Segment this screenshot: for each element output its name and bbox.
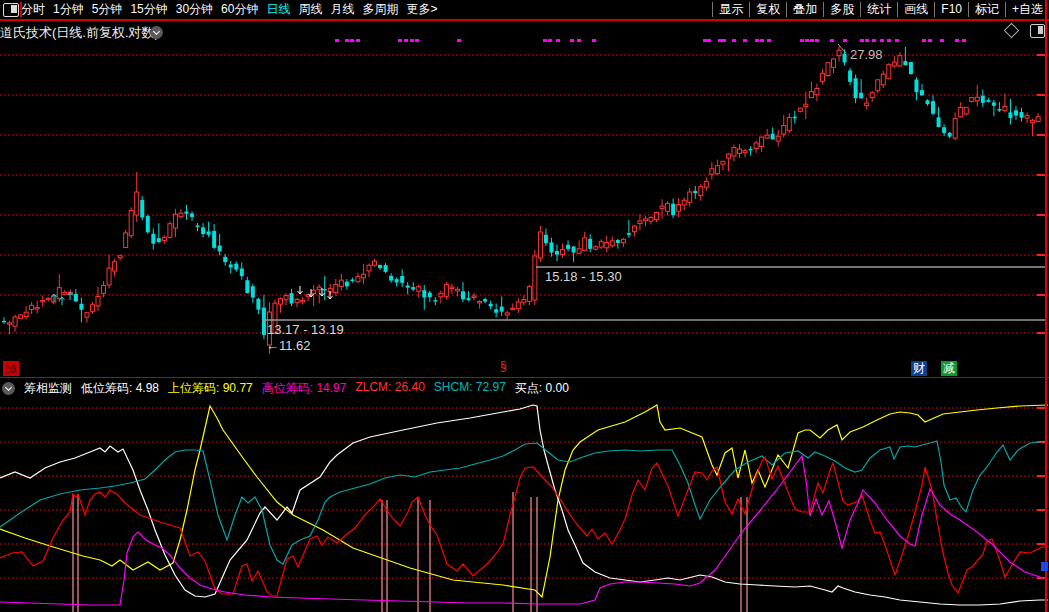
finance-flag-badge[interactable]: 财 (911, 361, 927, 376)
indicator-chart[interactable] (0, 397, 1049, 612)
money-mark: § (500, 359, 507, 373)
right-border-line (1045, 0, 1047, 612)
left-flag-badge[interactable]: 激 (3, 361, 19, 376)
high-price-label: 27.98 (850, 47, 883, 62)
low-price-label: ←11.62 (266, 338, 311, 353)
reduce-flag-badge[interactable]: 减 (941, 361, 957, 376)
panel-toggle-icon[interactable] (1030, 24, 1045, 38)
price-range-label-2: 13.17 - 13.19 (267, 322, 344, 337)
indicator-field-5: 买点: 0.00 (515, 380, 569, 397)
candlestick-chart[interactable]: § (0, 0, 1049, 377)
indicator-dropdown-icon[interactable] (2, 382, 15, 395)
indicator-field-3: ZLCM: 26.40 (355, 380, 424, 397)
price-range-label-1: 15.18 - 15.30 (545, 269, 622, 284)
trading-app-window: { "menu_bar": { "left_items": ["分时","1分钟… (0, 0, 1049, 612)
indicator-field-1: 上位筹码: 90.77 (168, 380, 253, 397)
scroll-marker[interactable] (1041, 562, 1048, 571)
indicator-field-4: SHCM: 72.97 (434, 380, 506, 397)
indicator-name[interactable]: 筹相监测 (24, 380, 72, 397)
panel-divider (0, 377, 1049, 378)
indicator-header: 筹相监测 低位筹码: 4.98 上位筹码: 90.77 高位筹码: 14.97 ZLC… (2, 380, 569, 396)
indicator-field-2: 高位筹码: 14.97 (262, 380, 347, 397)
indicator-field-0: 低位筹码: 4.98 (81, 380, 159, 397)
indicator-values: 低位筹码: 4.98 上位筹码: 90.77 高位筹码: 14.97 ZLCM: 26… (81, 380, 569, 397)
